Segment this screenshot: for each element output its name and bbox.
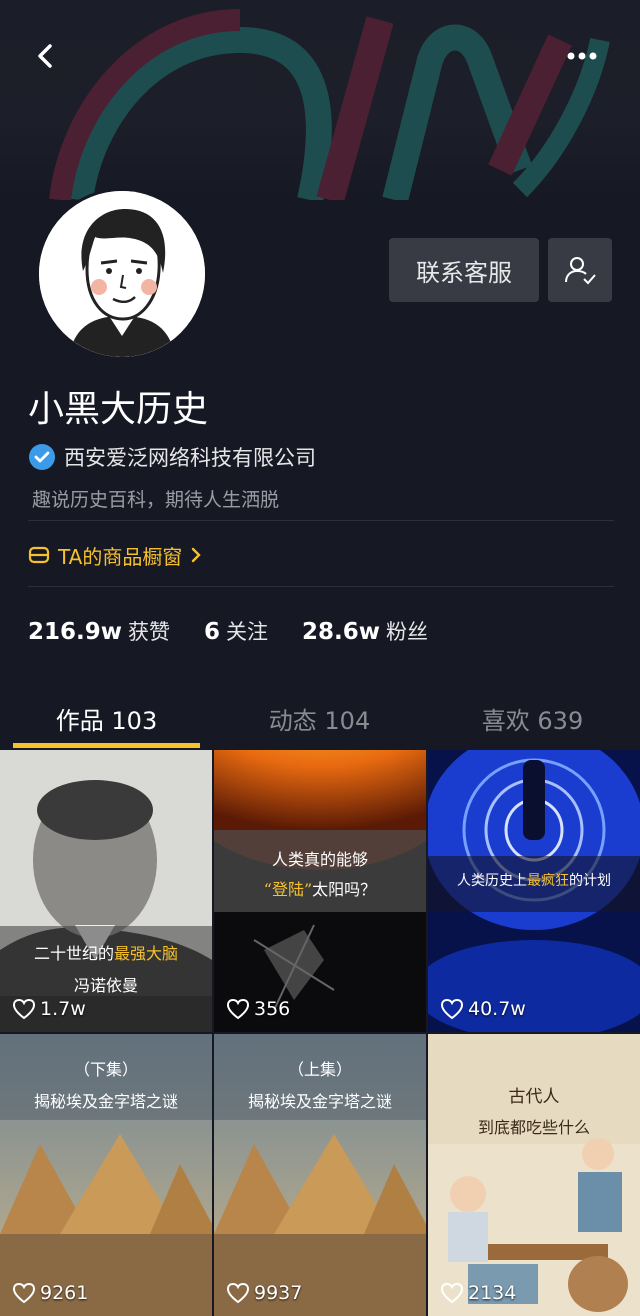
- video-caption-line: 二十世纪的最强大脑: [33, 944, 179, 963]
- video-caption-line: （下集）: [73, 1060, 138, 1079]
- shop-icon: [28, 546, 50, 564]
- followers-label[interactable]: 粉丝: [386, 616, 428, 646]
- profile-banner: [0, 0, 640, 200]
- verified-badge-icon: [29, 444, 55, 470]
- heart-icon: [226, 998, 250, 1020]
- like-count-value: 9937: [254, 1282, 303, 1304]
- more-button[interactable]: [560, 40, 604, 72]
- following-label[interactable]: 关注: [226, 616, 268, 646]
- like-count-value: 1.7w: [40, 998, 86, 1020]
- like-count: 9261: [12, 1282, 88, 1304]
- heart-icon: [12, 998, 36, 1020]
- cartoon-avatar-image: [39, 191, 205, 357]
- contact-service-button[interactable]: 联系客服: [389, 238, 539, 302]
- likes-label: 获赞: [128, 620, 170, 644]
- video-caption-line: （上集）: [287, 1060, 352, 1079]
- like-count: 1.7w: [12, 998, 86, 1020]
- like-count-value: 9261: [40, 1282, 89, 1304]
- video-tile[interactable]: （下集） 揭秘埃及金字塔之谜 9261: [0, 1034, 212, 1316]
- video-caption-line: “登陆”太阳吗？: [263, 880, 377, 899]
- like-count-value: 356: [254, 998, 291, 1020]
- video-tile[interactable]: 人类历史上最疯狂的计划 40.7w: [428, 750, 640, 1032]
- video-caption-line: 人类历史上最疯狂的计划: [457, 873, 611, 889]
- following-count[interactable]: 6: [204, 619, 220, 645]
- shop-window-link[interactable]: TA的商品橱窗: [28, 538, 204, 572]
- divider: [28, 520, 614, 521]
- video-caption-line: 人类真的能够: [271, 850, 368, 869]
- active-tab-indicator: [13, 743, 200, 748]
- heart-icon: [226, 1282, 250, 1304]
- likes-count: 216.9w: [28, 619, 122, 645]
- like-count: 356: [226, 998, 290, 1020]
- chevron-right-icon: [192, 547, 202, 563]
- video-caption-line: 揭秘埃及金字塔之谜: [33, 1092, 178, 1111]
- video-thumbnail-ancient-dining: [428, 1034, 640, 1316]
- bio: 趣说历史百科，期待人生洒脱: [32, 489, 280, 511]
- tab-works[interactable]: 作品 103: [0, 690, 213, 746]
- video-caption-line: 古代人: [508, 1087, 560, 1107]
- divider: [28, 586, 614, 587]
- video-tile[interactable]: 二十世纪的最强大脑 冯诺依曼 1.7w: [0, 750, 212, 1032]
- banner-logo-art: [49, 9, 610, 200]
- video-tile[interactable]: 人类真的能够 “登陆”太阳吗？ 356: [214, 750, 426, 1032]
- followers-count[interactable]: 28.6w: [302, 619, 380, 645]
- video-thumbnail-tunnel: [428, 750, 640, 1032]
- video-caption-line: 揭秘埃及金字塔之谜: [247, 1092, 392, 1111]
- video-caption-line: 到底都吃些什么: [477, 1118, 590, 1137]
- shop-link-label: TA的商品橱窗: [58, 544, 183, 569]
- tab-liked[interactable]: 喜欢 639: [426, 690, 639, 746]
- verified-row: 西安爱泛网络科技有限公司: [28, 440, 316, 474]
- video-tile[interactable]: 古代人 到底都吃些什么 2134: [428, 1034, 640, 1316]
- more-dots-icon: [567, 52, 597, 60]
- heart-icon: [12, 1282, 36, 1304]
- heart-icon: [440, 998, 464, 1020]
- like-count-value: 2134: [468, 1282, 517, 1304]
- back-chevron-icon: [38, 44, 52, 68]
- like-count: 9937: [226, 1282, 302, 1304]
- video-tile[interactable]: （上集） 揭秘埃及金字塔之谜 9937: [214, 1034, 426, 1316]
- like-count-value: 40.7w: [468, 998, 526, 1020]
- verified-company: 西安爱泛网络科技有限公司: [64, 446, 316, 470]
- heart-icon: [440, 1282, 464, 1304]
- like-count: 40.7w: [440, 998, 526, 1020]
- like-count: 2134: [440, 1282, 516, 1304]
- stats-row: 216.9w 获赞 6 关注 28.6w 粉丝: [28, 616, 462, 656]
- user-check-icon: [565, 257, 596, 285]
- follow-button[interactable]: [548, 238, 612, 302]
- content-tabs: 作品 103 动态 104 喜欢 639: [0, 690, 640, 750]
- back-button[interactable]: [28, 38, 64, 74]
- video-caption-line: 冯诺依曼: [73, 976, 138, 995]
- username: 小黑大历史: [28, 389, 209, 430]
- tab-posts[interactable]: 动态 104: [213, 690, 426, 746]
- avatar[interactable]: [36, 188, 208, 360]
